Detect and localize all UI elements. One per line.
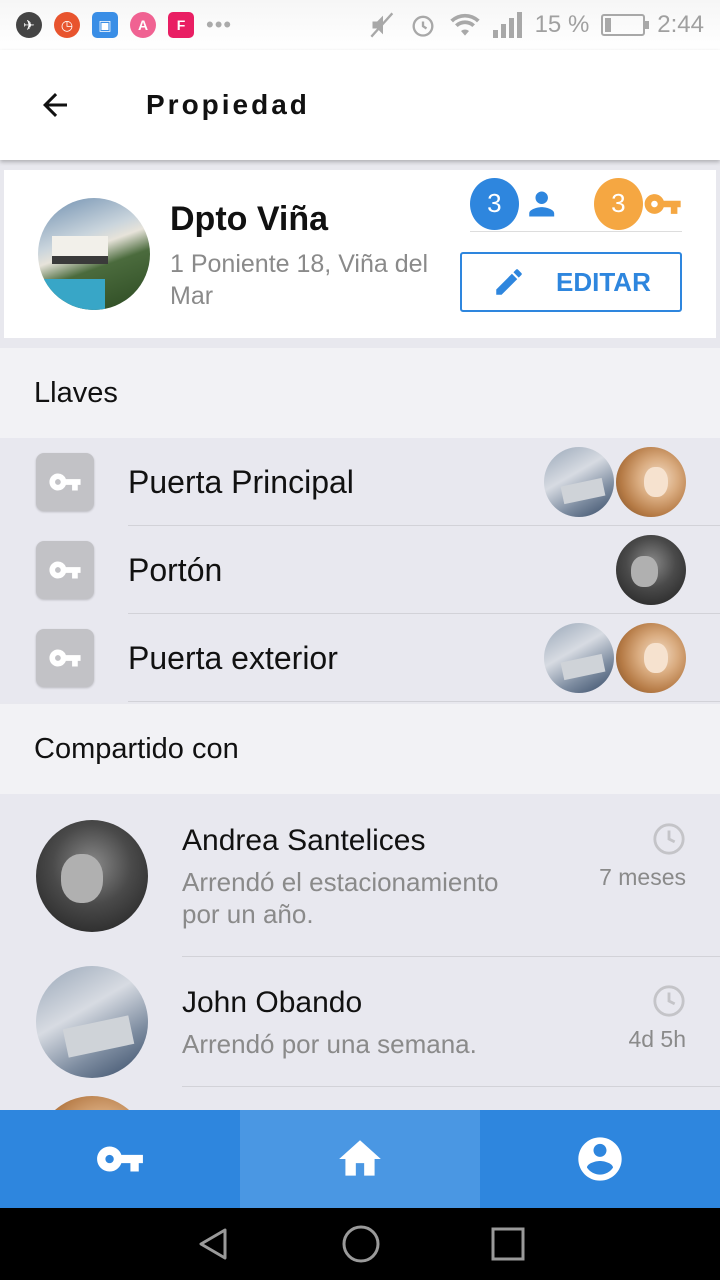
divider [128,701,720,702]
bottom-navigation [0,1110,720,1208]
more-notifications-icon: ••• [206,12,233,37]
system-navigation-bar [0,1208,720,1280]
user-description: Arrendó el estacionamiento por un año. [182,867,499,929]
a-app-icon: A [130,12,156,38]
f-app-icon: F [168,12,194,38]
key-item-porton[interactable]: Portón [0,526,720,614]
user-time: 7 meses [599,864,686,890]
back-triangle-icon[interactable] [193,1224,233,1264]
property-counts: 3 3 [470,176,682,232]
app-bar: Propiedad [0,50,720,160]
avatar [616,447,686,517]
clock-icon [653,823,685,855]
divider [182,956,720,957]
edit-button[interactable]: EDITAR [460,252,682,312]
property-address: 1 Poniente 18, Viña del Mar [170,250,429,310]
key-item-puerta-exterior[interactable]: Puerta exterior [0,614,720,702]
keys-section-header: Llaves [0,348,720,438]
user-time: 4d 5h [628,1026,686,1052]
alarm-app-icon: ◷ [54,12,80,38]
home-icon [339,1140,381,1176]
user-name: John Obando [182,986,363,1019]
key-icon [36,541,94,599]
key-icon [36,629,94,687]
users-count-badge: 3 [470,177,519,230]
property-name: Dpto Viña [170,200,329,238]
page-title: Propiedad [146,89,310,120]
key-item-puerta-principal[interactable]: Puerta Principal [0,438,720,526]
property-card: Dpto Viña 1 Poniente 18, Viña del Mar 3 … [4,170,716,338]
alarm-icon [412,15,434,37]
account-icon [578,1137,622,1181]
avatar [36,1096,148,1110]
avatar [36,966,148,1078]
arrow-back-icon [43,93,67,117]
nav-keys[interactable] [0,1110,240,1208]
property-photo [38,198,150,310]
notification-icons: ✈ ◷ ▣ A F ••• [16,12,232,38]
shared-users-list: Andrea Santelices Arrendó el estacionami… [0,794,720,1110]
clock: 2:44 [657,11,704,38]
user-description: Arrendó por una semana. [182,1029,477,1059]
battery-percent: 15 % [534,11,590,38]
back-button[interactable] [0,50,110,160]
keys-count-badge: 3 [594,177,643,230]
key-icon [97,1146,143,1172]
wifi-icon [449,13,480,36]
key-icon [36,453,94,511]
user-name: Andrea Santelices [182,824,426,857]
avatar [544,447,614,517]
recents-square-icon[interactable] [489,1225,527,1263]
shared-section-header: Compartido con [0,704,720,794]
pencil-icon [496,269,522,295]
person-icon [528,191,554,216]
battery-icon [601,14,650,36]
avatar [36,820,148,932]
key-shared-avatars [616,535,686,605]
home-circle-icon[interactable] [340,1223,382,1265]
key-shared-avatars [544,623,686,693]
key-shared-avatars [544,447,686,517]
key-item-label: Portón [128,551,223,588]
signal-icon [492,12,522,38]
gallery-app-icon: ▣ [92,12,118,38]
avatar [616,535,686,605]
nav-account[interactable] [480,1110,720,1208]
keys-list: Puerta Principal Portón Puerta exterior [0,438,720,702]
avatar [616,623,686,693]
divider [182,1086,720,1087]
nav-home[interactable] [240,1110,480,1208]
key-item-label: Puerta Principal [128,463,354,500]
avatar [544,623,614,693]
key-item-label: Puerta exterior [128,639,338,676]
key-icon [644,193,681,214]
clock-icon [653,985,685,1017]
mute-icon [370,12,393,38]
status-bar: ✈ ◷ ▣ A F ••• 15 % 2:44 [0,0,720,50]
edit-button-label: EDITAR [556,266,651,297]
app-notification-icon: ✈ [16,12,42,38]
